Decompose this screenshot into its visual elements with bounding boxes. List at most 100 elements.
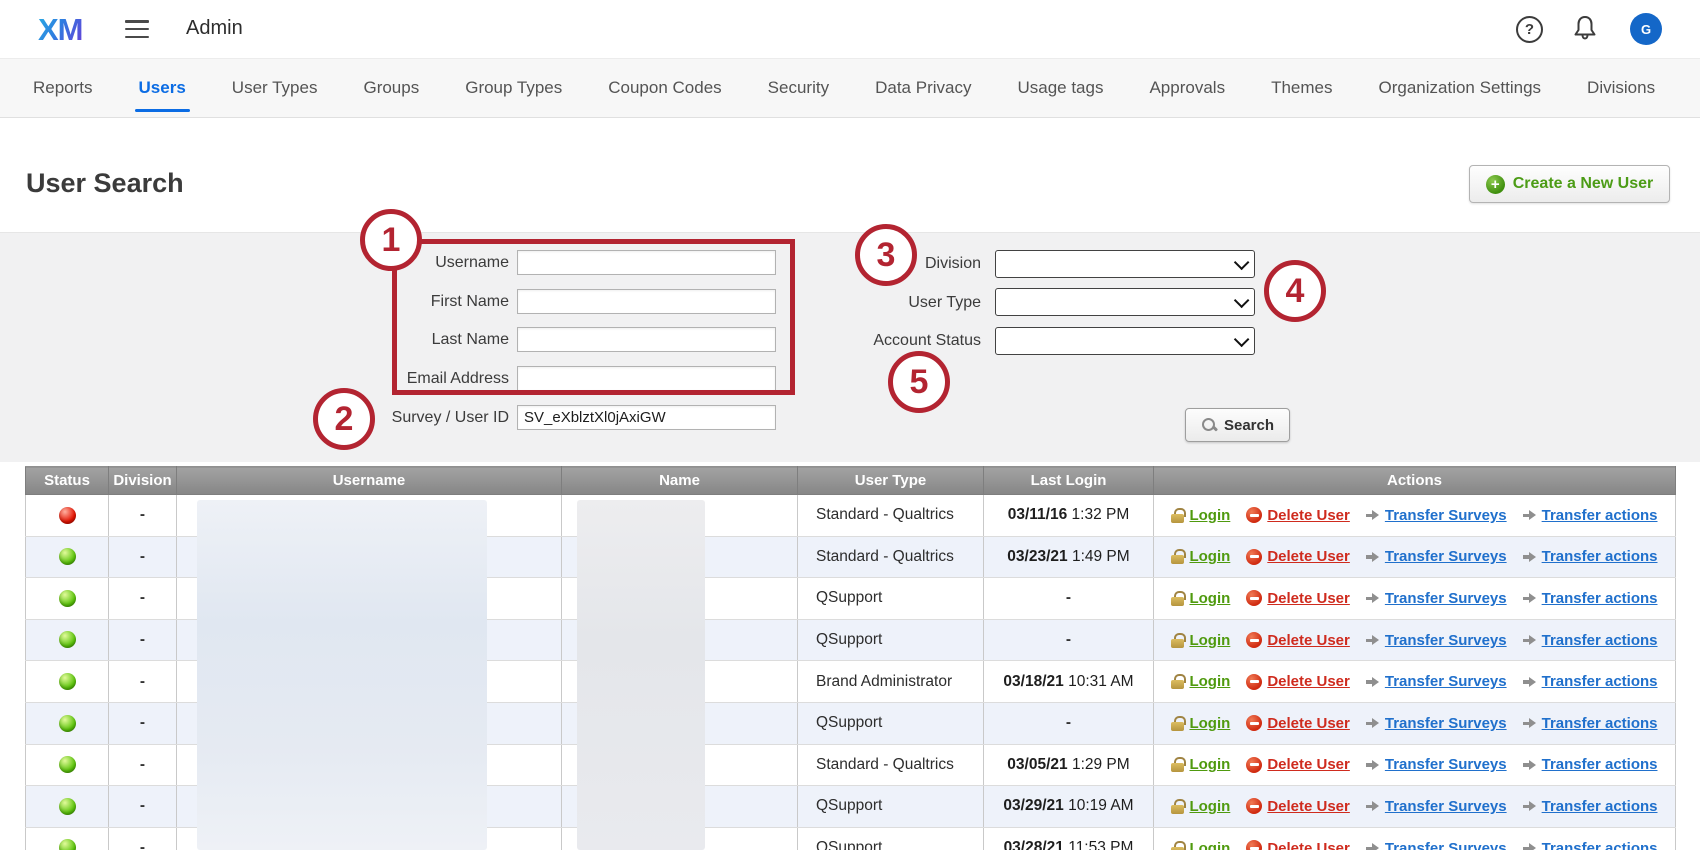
survey-user-id-input[interactable] bbox=[517, 405, 776, 430]
actions-cell: Login Delete User Transfer Surveys Transfer… bbox=[1154, 786, 1676, 828]
transfer-actions-link[interactable]: Transfer actions bbox=[1523, 840, 1658, 850]
last-login-value: - bbox=[1066, 631, 1071, 648]
transfer-actions-link[interactable]: Transfer actions bbox=[1523, 673, 1658, 690]
delete-user-link[interactable]: Delete User bbox=[1246, 548, 1350, 565]
tab-users[interactable]: Users bbox=[139, 59, 186, 117]
transfer-actions-link[interactable]: Transfer actions bbox=[1523, 548, 1658, 565]
actions-group: Login Delete User Transfer Surveys Transfer… bbox=[1154, 673, 1675, 690]
last-login-cell: 03/05/21 1:29 PM bbox=[984, 744, 1154, 786]
login-link[interactable]: Login bbox=[1171, 715, 1230, 732]
column-header-name: Name bbox=[562, 467, 798, 495]
login-link[interactable]: Login bbox=[1171, 673, 1230, 690]
tab-group-types[interactable]: Group Types bbox=[465, 59, 562, 117]
status-cell bbox=[26, 619, 109, 661]
tab-themes[interactable]: Themes bbox=[1271, 59, 1332, 117]
transfer-actions-link[interactable]: Transfer actions bbox=[1523, 632, 1658, 649]
delete-user-link[interactable]: Delete User bbox=[1246, 590, 1350, 607]
transfer-actions-link[interactable]: Transfer actions bbox=[1523, 756, 1658, 773]
transfer-surveys-link[interactable]: Transfer Surveys bbox=[1366, 756, 1507, 773]
tab-groups[interactable]: Groups bbox=[363, 59, 419, 117]
page-title: User Search bbox=[26, 168, 184, 199]
transfer-actions-link[interactable]: Transfer actions bbox=[1523, 507, 1658, 524]
last-name-input[interactable] bbox=[517, 327, 776, 352]
user-type-select[interactable] bbox=[995, 288, 1255, 316]
transfer-surveys-link[interactable]: Transfer Surveys bbox=[1366, 632, 1507, 649]
notifications-bell-icon[interactable] bbox=[1572, 14, 1598, 42]
login-link[interactable]: Login bbox=[1171, 756, 1230, 773]
status-cell bbox=[26, 661, 109, 703]
transfer-surveys-link[interactable]: Transfer Surveys bbox=[1366, 673, 1507, 690]
action-label: Transfer actions bbox=[1542, 632, 1658, 649]
transfer-surveys-link[interactable]: Transfer Surveys bbox=[1366, 548, 1507, 565]
login-link[interactable]: Login bbox=[1171, 548, 1230, 565]
login-link[interactable]: Login bbox=[1171, 590, 1230, 607]
hamburger-menu-icon[interactable] bbox=[125, 20, 149, 38]
action-label: Transfer actions bbox=[1542, 756, 1658, 773]
help-icon[interactable]: ? bbox=[1516, 16, 1543, 43]
tab-user-types[interactable]: User Types bbox=[232, 59, 318, 117]
lock-icon bbox=[1171, 757, 1184, 772]
transfer-actions-link[interactable]: Transfer actions bbox=[1523, 590, 1658, 607]
username-input[interactable] bbox=[517, 250, 776, 275]
transfer-actions-link[interactable]: Transfer actions bbox=[1523, 798, 1658, 815]
action-label: Login bbox=[1189, 590, 1230, 607]
login-link[interactable]: Login bbox=[1171, 507, 1230, 524]
transfer-arrow-icon bbox=[1366, 592, 1380, 604]
division-value: - bbox=[140, 839, 145, 850]
transfer-actions-link[interactable]: Transfer actions bbox=[1523, 715, 1658, 732]
delete-user-link[interactable]: Delete User bbox=[1246, 673, 1350, 690]
transfer-surveys-link[interactable]: Transfer Surveys bbox=[1366, 590, 1507, 607]
transfer-arrow-icon bbox=[1366, 717, 1380, 729]
login-link[interactable]: Login bbox=[1171, 840, 1230, 850]
last-login-time: 10:19 AM bbox=[1068, 797, 1134, 814]
transfer-surveys-link[interactable]: Transfer Surveys bbox=[1366, 798, 1507, 815]
last-login-cell: 03/29/21 10:19 AM bbox=[984, 786, 1154, 828]
transfer-surveys-link[interactable]: Transfer Surveys bbox=[1366, 507, 1507, 524]
tab-usage-tags[interactable]: Usage tags bbox=[1017, 59, 1103, 117]
action-label: Transfer Surveys bbox=[1385, 507, 1507, 524]
transfer-surveys-link[interactable]: Transfer Surveys bbox=[1366, 840, 1507, 850]
transfer-surveys-link[interactable]: Transfer Surveys bbox=[1366, 715, 1507, 732]
tab-divisions[interactable]: Divisions bbox=[1587, 59, 1655, 117]
last-login-time: 1:49 PM bbox=[1072, 548, 1130, 565]
transfer-arrow-icon bbox=[1523, 551, 1537, 563]
action-label: Transfer actions bbox=[1542, 840, 1658, 850]
account-status-select[interactable] bbox=[995, 327, 1255, 355]
division-select[interactable] bbox=[995, 250, 1255, 278]
delete-icon bbox=[1246, 507, 1262, 523]
delete-user-link[interactable]: Delete User bbox=[1246, 798, 1350, 815]
action-label: Delete User bbox=[1267, 840, 1350, 850]
status-green-icon bbox=[59, 548, 76, 565]
tab-coupon-codes[interactable]: Coupon Codes bbox=[608, 59, 721, 117]
tab-organization-settings[interactable]: Organization Settings bbox=[1379, 59, 1542, 117]
last-login-time: 10:31 AM bbox=[1068, 673, 1134, 690]
action-label: Login bbox=[1189, 673, 1230, 690]
action-label: Delete User bbox=[1267, 548, 1350, 565]
email-address-input[interactable] bbox=[517, 366, 776, 391]
app-title: Admin bbox=[186, 17, 243, 40]
search-button[interactable]: Search bbox=[1185, 408, 1290, 442]
tab-security[interactable]: Security bbox=[768, 59, 829, 117]
actions-group: Login Delete User Transfer Surveys Transfer… bbox=[1154, 632, 1675, 649]
division-cell: - bbox=[109, 578, 177, 620]
delete-user-link[interactable]: Delete User bbox=[1246, 840, 1350, 850]
action-label: Transfer Surveys bbox=[1385, 840, 1507, 850]
lock-icon bbox=[1171, 508, 1184, 523]
first-name-label: First Name bbox=[309, 293, 509, 311]
chevron-down-icon bbox=[1234, 331, 1250, 347]
create-new-user-button[interactable]: + Create a New User bbox=[1469, 165, 1670, 203]
delete-user-link[interactable]: Delete User bbox=[1246, 756, 1350, 773]
login-link[interactable]: Login bbox=[1171, 632, 1230, 649]
actions-cell: Login Delete User Transfer Surveys Transfer… bbox=[1154, 702, 1676, 744]
user-avatar[interactable]: G bbox=[1630, 13, 1662, 45]
tab-approvals[interactable]: Approvals bbox=[1149, 59, 1225, 117]
delete-user-link[interactable]: Delete User bbox=[1246, 632, 1350, 649]
tab-data-privacy[interactable]: Data Privacy bbox=[875, 59, 971, 117]
division-cell: - bbox=[109, 619, 177, 661]
delete-user-link[interactable]: Delete User bbox=[1246, 715, 1350, 732]
delete-user-link[interactable]: Delete User bbox=[1246, 507, 1350, 524]
tab-reports[interactable]: Reports bbox=[33, 59, 93, 117]
user-type-cell: QSupport bbox=[798, 827, 984, 850]
first-name-input[interactable] bbox=[517, 289, 776, 314]
login-link[interactable]: Login bbox=[1171, 798, 1230, 815]
